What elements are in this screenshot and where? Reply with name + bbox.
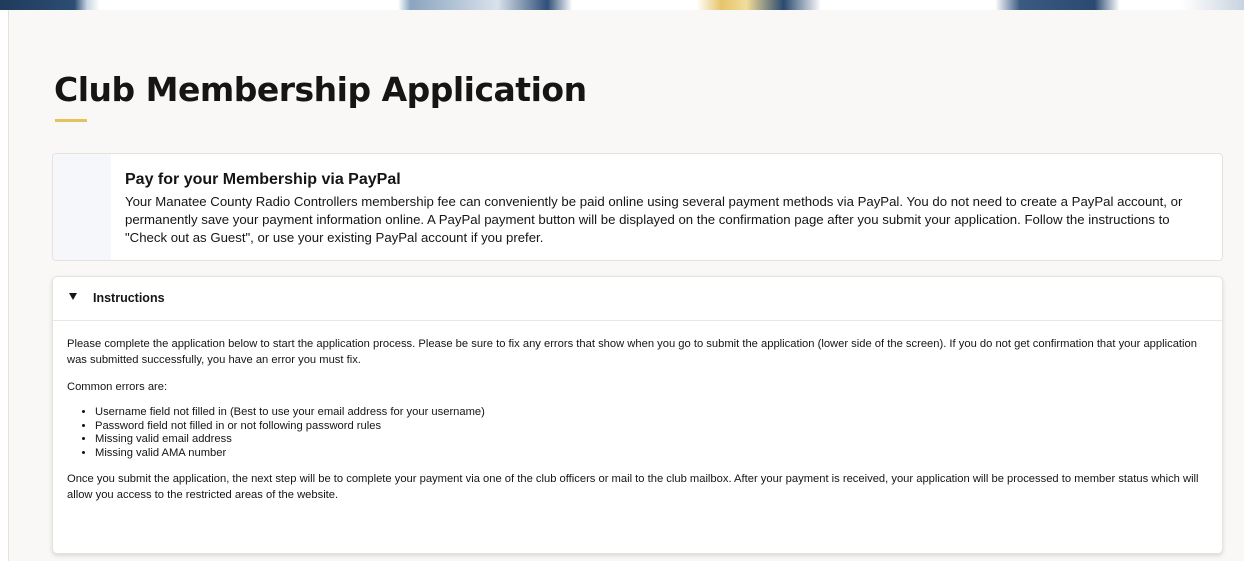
instructions-body: Please complete the application below to… xyxy=(67,336,1207,514)
title-accent-underline xyxy=(55,119,87,122)
card-side-stripe xyxy=(53,154,111,260)
list-item: Username field not filled in (Best to us… xyxy=(95,406,1207,420)
common-errors-label: Common errors are: xyxy=(67,381,168,393)
page-title: Club Membership Application xyxy=(54,70,587,109)
paypal-card-title: Pay for your Membership via PayPal xyxy=(125,171,401,188)
paypal-info-card: Pay for your Membership via PayPal Your … xyxy=(52,153,1223,261)
hero-banner-strip xyxy=(0,0,1244,10)
instructions-outro: Once you submit the application, the nex… xyxy=(67,473,1199,501)
page-content: Club Membership Application Pay for your… xyxy=(9,10,1244,561)
paypal-card-body: Your Manatee County Radio Controllers me… xyxy=(125,194,1183,245)
instructions-panel: Instructions Please complete the applica… xyxy=(52,276,1223,554)
instructions-intro: Please complete the application below to… xyxy=(67,338,1197,366)
list-item: Password field not filled in or not foll… xyxy=(95,420,1207,434)
instructions-label[interactable]: Instructions xyxy=(93,291,165,305)
caret-down-icon[interactable] xyxy=(69,293,77,300)
common-errors-list: Username field not filled in (Best to us… xyxy=(95,406,1207,460)
list-item: Missing valid email address xyxy=(95,433,1207,447)
instructions-toggle[interactable]: Instructions xyxy=(53,277,1222,321)
list-item: Missing valid AMA number xyxy=(95,447,1207,461)
